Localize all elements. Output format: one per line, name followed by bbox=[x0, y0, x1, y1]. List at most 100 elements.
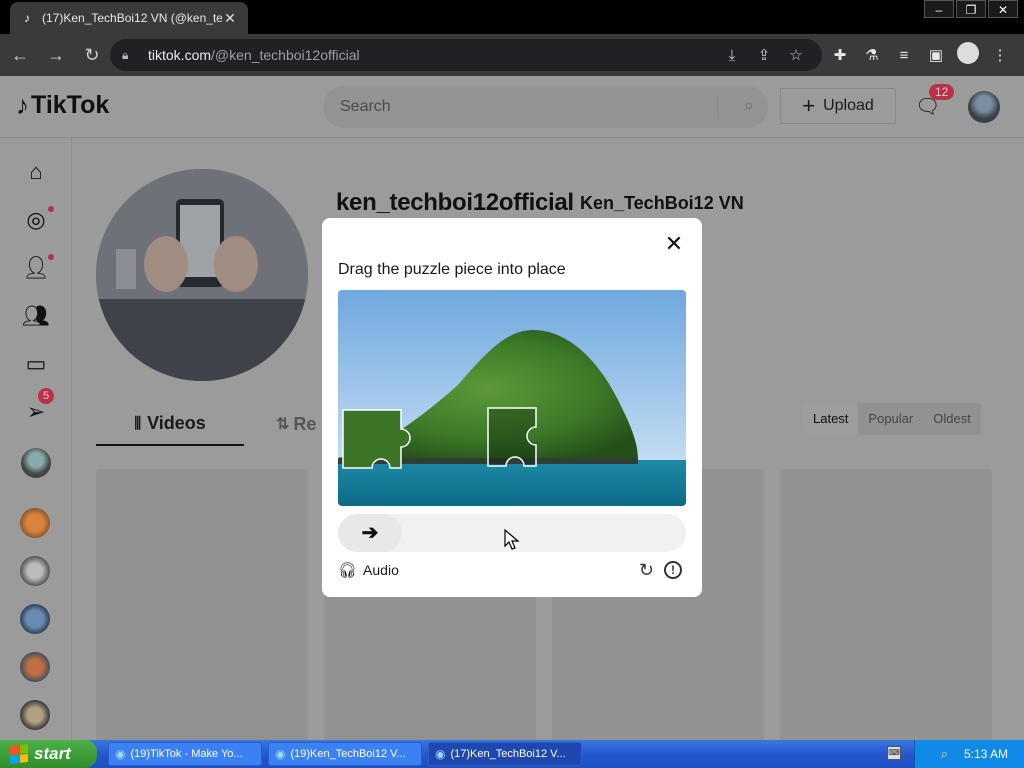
side-panel-icon[interactable]: ▣ bbox=[920, 46, 952, 64]
bookmark-star-icon[interactable]: ☆ bbox=[780, 46, 812, 64]
repost-icon: ⇅ bbox=[276, 416, 290, 433]
search-divider bbox=[717, 96, 718, 118]
forward-icon[interactable]: → bbox=[40, 39, 72, 71]
taskbar-window-button-active[interactable]: ◉ (17)Ken_TechBoi12 V... bbox=[428, 742, 582, 766]
captcha-prompt: Drag the puzzle piece into place bbox=[338, 261, 566, 278]
following-avatar[interactable] bbox=[20, 652, 50, 682]
island-image bbox=[338, 290, 686, 506]
screen: ♪ (17)Ken_TechBoi12 VN (@ken_tech ✕ ‒ ❐ … bbox=[0, 0, 1024, 768]
tiktok-logo-text: TikTok bbox=[31, 91, 110, 119]
user-avatar[interactable] bbox=[968, 91, 1000, 123]
search-input[interactable]: Search ⌕ bbox=[323, 86, 768, 128]
browser-app-icon: ◉ bbox=[435, 747, 446, 761]
keyboard-layout-icon[interactable]: ⌨ bbox=[887, 746, 901, 760]
plus-icon: + bbox=[802, 93, 816, 118]
upload-label: Upload bbox=[823, 97, 874, 114]
clock: 5:13 AM bbox=[963, 747, 1008, 761]
extension-area: ✚ ⚗ ≡ ▣ ⋮ bbox=[824, 39, 1016, 71]
tiktok-icon: ♪ bbox=[24, 11, 30, 25]
audio-button[interactable]: 🎧︎ Audio bbox=[338, 561, 399, 579]
start-button[interactable]: start bbox=[0, 740, 97, 768]
tab-reposts-label: Re bbox=[293, 413, 317, 434]
refresh-icon[interactable]: ↻ bbox=[639, 560, 654, 581]
taskbar-window-button[interactable]: ◉ (19)Ken_TechBoi12 V... bbox=[268, 742, 422, 766]
browser-tab[interactable]: ♪ (17)Ken_TechBoi12 VN (@ken_tech ✕ bbox=[10, 2, 248, 34]
sort-latest[interactable]: Latest bbox=[803, 403, 859, 435]
video-card[interactable] bbox=[96, 469, 308, 740]
messages-badge: 5 bbox=[38, 388, 55, 404]
omnibox-actions: ⤓ ⇪ ☆ bbox=[716, 39, 812, 71]
sort-oldest[interactable]: Oldest bbox=[923, 403, 981, 435]
taskbar-window-label: (19)Ken_TechBoi12 V... bbox=[290, 748, 406, 760]
taskbar: start ◉ (19)TikTok - Make Yo... ◉ (19)Ke… bbox=[0, 740, 1024, 768]
tray-search-icon[interactable]: ⌕ bbox=[941, 746, 948, 762]
taskbar-window-label: (17)Ken_TechBoi12 V... bbox=[450, 748, 566, 760]
url-text: tiktok.com/@ken_techboi12official bbox=[148, 47, 360, 63]
profile-avatar-icon[interactable] bbox=[952, 42, 984, 68]
start-label: start bbox=[34, 744, 71, 763]
slider-arrow-handle[interactable]: ➔ bbox=[338, 514, 402, 552]
tab-reposts[interactable]: ⇅ Re bbox=[276, 402, 316, 446]
following-avatar[interactable] bbox=[20, 508, 50, 538]
reading-list-icon[interactable]: ≡ bbox=[888, 47, 920, 64]
following-icon[interactable]: 👤︎ bbox=[20, 252, 54, 284]
tiktok-note-icon: ♪ bbox=[16, 90, 29, 120]
minimize-icon[interactable]: ‒ bbox=[924, 0, 954, 18]
profile-photo-image bbox=[96, 169, 308, 381]
info-icon[interactable]: ! bbox=[664, 561, 682, 579]
url-path: /@ken_techboi12official bbox=[211, 47, 360, 63]
tab-videos-label: Videos bbox=[147, 412, 206, 433]
profile-picture[interactable] bbox=[96, 169, 308, 381]
windows-flag-icon bbox=[10, 744, 28, 764]
back-icon[interactable]: ← bbox=[4, 39, 36, 71]
close-icon[interactable]: ✕ bbox=[662, 232, 686, 256]
extensions-icon[interactable]: ✚ bbox=[824, 46, 856, 64]
close-tab-icon[interactable]: ✕ bbox=[222, 10, 238, 27]
profile-username: ken_techboi12official bbox=[336, 189, 574, 216]
search-icon[interactable]: ⌕ bbox=[744, 95, 754, 116]
browser-app-icon: ◉ bbox=[275, 747, 286, 761]
url-host: tiktok.com bbox=[148, 47, 212, 63]
labs-flask-icon[interactable]: ⚗ bbox=[856, 46, 888, 64]
sort-toggle: Latest Popular Oldest bbox=[803, 403, 981, 435]
notification-dot bbox=[48, 254, 54, 260]
messages-send-icon[interactable]: ➢ 5 bbox=[20, 388, 55, 428]
browser-toolbar: ← → ↻ 🔒︎ tiktok.com/@ken_techboi12offici… bbox=[0, 34, 1024, 76]
inbox-badge: 12 bbox=[929, 84, 955, 100]
tab-title: (17)Ken_TechBoi12 VN (@ken_tech bbox=[42, 11, 222, 25]
browser-tabstrip: ♪ (17)Ken_TechBoi12 VN (@ken_tech ✕ ‒ ❐ … bbox=[0, 0, 1024, 34]
reload-icon[interactable]: ↻ bbox=[76, 39, 108, 71]
inbox-icon[interactable]: 🗨︎ 12 bbox=[915, 84, 955, 118]
browser-app-icon: ◉ bbox=[115, 747, 126, 761]
taskbar-window-label: (19)TikTok - Make Yo... bbox=[130, 748, 243, 760]
following-avatar[interactable] bbox=[20, 700, 50, 730]
profile-display-name: Ken_TechBoi12 VN bbox=[580, 193, 744, 213]
notification-dot bbox=[48, 206, 54, 212]
close-window-icon[interactable]: ✕ bbox=[988, 0, 1018, 18]
tiktok-header: ♪ TikTok Search ⌕ + Upload 🗨︎ 12 bbox=[0, 76, 1024, 138]
mouse-cursor-icon bbox=[504, 529, 520, 550]
sort-popular[interactable]: Popular bbox=[858, 403, 923, 435]
headphones-icon: 🎧︎ bbox=[338, 562, 358, 579]
following-avatar[interactable] bbox=[20, 556, 50, 586]
address-bar[interactable]: 🔒︎ tiktok.com/@ken_techboi12official ⤓ ⇪… bbox=[110, 39, 822, 71]
friends-icon[interactable]: 👥︎ bbox=[20, 300, 52, 332]
taskbar-window-button[interactable]: ◉ (19)TikTok - Make Yo... bbox=[108, 742, 262, 766]
restore-icon[interactable]: ❐ bbox=[956, 0, 986, 18]
upload-button[interactable]: + Upload bbox=[780, 88, 896, 124]
search-placeholder: Search bbox=[340, 98, 391, 115]
window-controls: ‒ ❐ ✕ bbox=[922, 0, 1018, 18]
following-avatar[interactable] bbox=[20, 604, 50, 634]
live-camera-icon[interactable]: ▭ bbox=[20, 348, 52, 380]
tab-videos[interactable]: ⫼ Videos bbox=[96, 402, 244, 446]
tiktok-logo[interactable]: ♪ TikTok bbox=[16, 90, 109, 121]
video-card[interactable] bbox=[780, 469, 992, 740]
home-icon[interactable]: ⌂ bbox=[20, 156, 52, 188]
install-icon[interactable]: ⤓ bbox=[716, 47, 748, 64]
sidebar-profile-avatar[interactable] bbox=[21, 448, 51, 478]
share-icon[interactable]: ⇪ bbox=[748, 46, 780, 64]
menu-kebab-icon[interactable]: ⋮ bbox=[984, 46, 1016, 64]
lock-icon: 🔒︎ bbox=[122, 47, 129, 62]
videos-grid-icon: ⫼ bbox=[134, 414, 142, 432]
explore-compass-icon[interactable]: ◎ bbox=[20, 204, 54, 236]
